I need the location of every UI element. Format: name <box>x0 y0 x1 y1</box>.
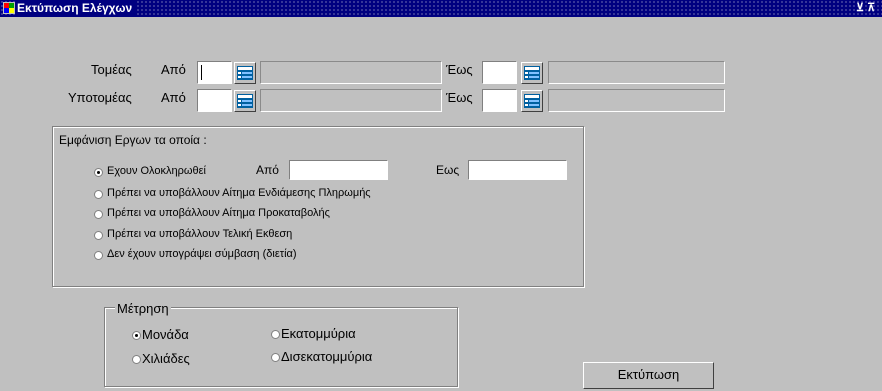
option-den-symvasi-label: Δεν έχουν υπογράψει σύμβαση (διετία) <box>107 248 297 260</box>
tomeas-apo-description <box>260 61 442 84</box>
erga-apo-label: Από <box>256 163 279 177</box>
ypotomeas-apo-label: Από <box>161 90 186 105</box>
list-icon <box>524 94 540 108</box>
tomeas-apo-label: Από <box>161 62 186 77</box>
radio-den-symvasi[interactable] <box>94 251 103 260</box>
tomeas-apo-input[interactable] <box>197 61 232 84</box>
tomeas-eos-label: Έως <box>446 62 473 77</box>
tomeas-eos-lov-button[interactable] <box>521 62 543 84</box>
print-button[interactable]: Εκτύπωση <box>583 362 714 389</box>
monada-label: Μονάδα <box>142 327 189 342</box>
option-endiamesi-pliromi-label: Πρέπει να υποβάλλουν Αίτημα Ενδιάμεσης Π… <box>107 187 371 199</box>
tomeas-eos-input[interactable] <box>482 61 517 84</box>
erga-apo-date-input[interactable] <box>289 160 388 180</box>
tomeas-label: Τομέας <box>91 62 132 77</box>
list-icon <box>237 66 253 80</box>
window-titlebar[interactable]: Εκτύπωση Ελέγχων ⊻ ⊼ <box>0 0 882 17</box>
option-teliki-ekthesi-label: Πρέπει να υποβάλλουν Τελική Εκθεση <box>107 228 293 240</box>
ypotomeas-apo-lov-button[interactable] <box>234 90 256 112</box>
ypotomeas-label: Υποτομέας <box>68 90 132 105</box>
tomeas-apo-lov-button[interactable] <box>234 62 256 84</box>
radio-prokatavoli[interactable] <box>94 210 103 219</box>
list-icon <box>524 66 540 80</box>
disekatommyria-label: Δισεκατομμύρια <box>281 349 373 364</box>
window-title: Εκτύπωση Ελέγχων <box>17 1 137 16</box>
erga-eos-date-input[interactable] <box>468 160 567 180</box>
metrisi-group <box>104 307 458 387</box>
radio-teliki-ekthesi[interactable] <box>94 231 103 240</box>
option-oloklirothei-label: Εχουν Ολοκληρωθεί <box>107 165 206 177</box>
radio-oloklirothei[interactable] <box>94 168 103 177</box>
radio-disekatommyria[interactable] <box>271 353 280 362</box>
tomeas-eos-description <box>548 61 725 84</box>
radio-monada[interactable] <box>132 331 141 340</box>
option-prokatavoli-label: Πρέπει να υποβάλλουν Αίτημα Προκαταβολής <box>107 207 330 219</box>
radio-chiliades[interactable] <box>132 355 141 364</box>
ekatommyria-label: Εκατομμύρια <box>281 326 356 341</box>
erga-group-title: Εμφάνιση Εργων τα οποία : <box>57 133 209 147</box>
app-icon <box>3 2 15 14</box>
radio-endiamesi-pliromi[interactable] <box>94 190 103 199</box>
list-icon <box>237 94 253 108</box>
form-canvas: Τομέας Από Έως Υποτομέας Από Έως Εμφάνισ… <box>8 17 882 391</box>
ypotomeas-apo-description <box>260 89 442 112</box>
radio-ekatommyria[interactable] <box>271 330 280 339</box>
ypotomeas-eos-label: Έως <box>446 90 473 105</box>
window-controls[interactable]: ⊻ ⊼ <box>856 0 875 17</box>
ypotomeas-apo-input[interactable] <box>197 89 232 112</box>
ypotomeas-eos-lov-button[interactable] <box>521 90 543 112</box>
chiliades-label: Χιλιάδες <box>142 351 190 366</box>
ypotomeas-eos-input[interactable] <box>482 89 517 112</box>
ypotomeas-eos-description <box>548 89 725 112</box>
erga-eos-label: Εως <box>436 163 460 177</box>
metrisi-group-title: Μέτρηση <box>115 301 171 316</box>
text-cursor <box>201 65 202 80</box>
